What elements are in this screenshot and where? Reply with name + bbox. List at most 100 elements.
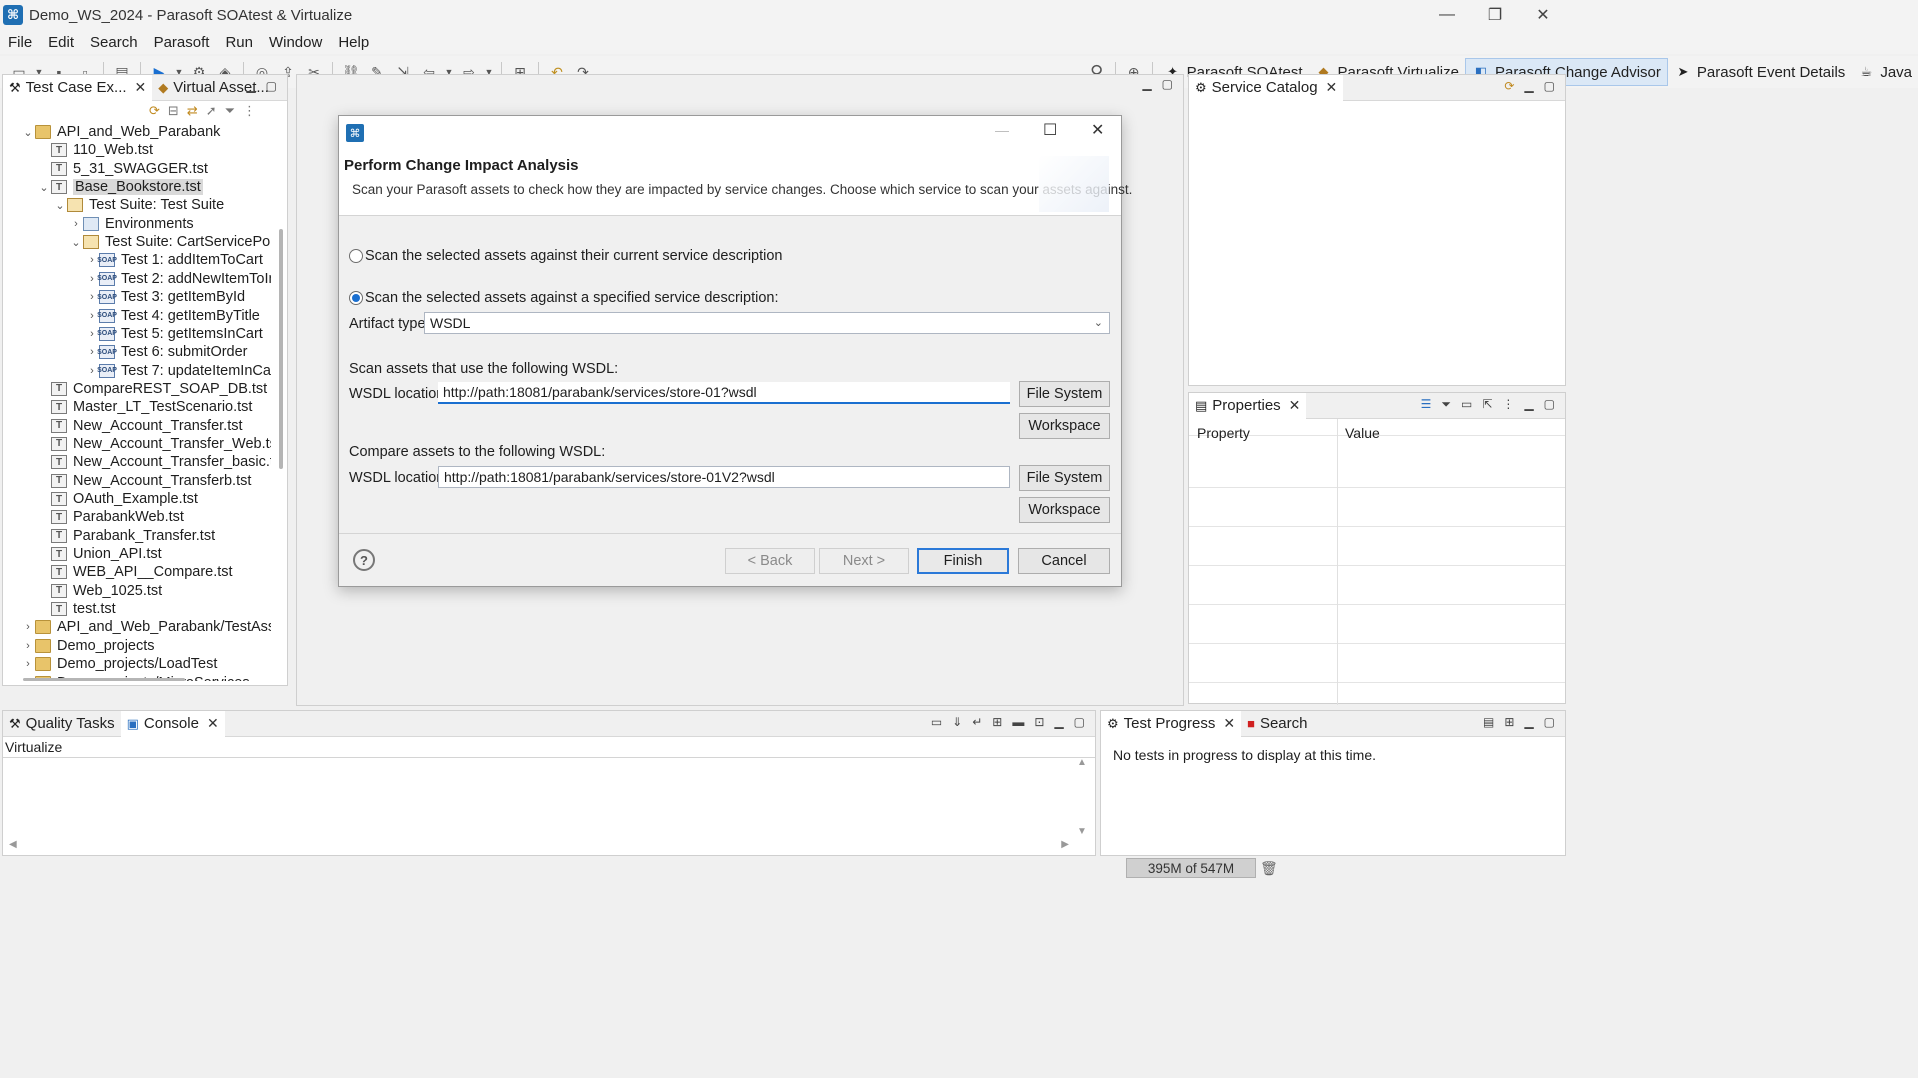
tree-item[interactable]: T CompareREST_SOAP_DB.tst <box>37 380 267 398</box>
console-vscrollbar[interactable]: ▲ ▼ <box>1075 757 1089 837</box>
maximize-icon[interactable]: ▢ <box>1544 715 1555 729</box>
tree-item[interactable]: T New_Account_Transfer.tst <box>37 417 243 435</box>
tree-item[interactable]: T New_Account_Transfer_basic.tst <box>37 453 271 471</box>
chevron-right-icon[interactable]: › <box>69 218 83 230</box>
chevron-down-icon[interactable]: ⌄ <box>69 236 83 249</box>
tree-item[interactable]: ⌄ Test Suite: CartServicePort <box>69 233 271 251</box>
menu-window[interactable]: Window <box>261 34 330 51</box>
tab-service-catalog[interactable]: ⚙ Service Catalog ✕ <box>1189 74 1344 101</box>
radio-specified-service[interactable] <box>349 291 363 305</box>
export-icon[interactable]: ⊞ <box>1504 715 1514 729</box>
tree-item[interactable]: T Union_API.tst <box>37 545 162 563</box>
tree-item[interactable]: T 110_Web.tst <box>37 141 153 159</box>
tree-item[interactable]: T Parabank_Transfer.tst <box>37 527 215 545</box>
file-system-button-2[interactable]: File System <box>1019 465 1110 491</box>
minimize-icon[interactable]: ▁ <box>1524 79 1533 93</box>
chevron-down-icon[interactable]: ⌄ <box>21 126 35 139</box>
tree-item[interactable]: Ttest.tst <box>37 600 116 618</box>
tab-search[interactable]: ■ Search <box>1241 711 1313 737</box>
close-icon[interactable]: ✕ <box>1223 715 1235 732</box>
close-icon[interactable]: ✕ <box>135 79 147 96</box>
artifact-type-select[interactable]: WSDL ⌄ <box>424 312 1110 334</box>
radio-current-service[interactable] <box>349 249 363 263</box>
open-console-icon[interactable]: ⊡ <box>1034 715 1044 729</box>
tree-item[interactable]: ⌄ T Base_Bookstore.tst <box>37 178 203 196</box>
collapse-all-icon[interactable]: ⊟ <box>168 103 179 119</box>
tab-test-case-explorer[interactable]: ⚒ Test Case Ex... ✕ <box>3 74 153 101</box>
workspace-button-2[interactable]: Workspace <box>1019 497 1110 523</box>
trash-icon[interactable]: 🗑 <box>1260 860 1278 877</box>
workspace-button-1[interactable]: Workspace <box>1019 413 1110 439</box>
tree-item[interactable]: T OAuth_Example.tst <box>37 490 198 508</box>
tree-item[interactable]: T Web_1025.tst <box>37 582 162 600</box>
tree-item[interactable]: T WEB_API__Compare.tst <box>37 563 233 581</box>
tree-item[interactable]: › Demo_projects <box>21 637 154 655</box>
tab-console[interactable]: ▣ Console ✕ <box>120 710 225 737</box>
wsdl-location-input-2[interactable]: http://path:18081/parabank/services/stor… <box>438 466 1010 488</box>
chevron-down-icon[interactable]: ⌄ <box>53 199 67 212</box>
close-icon[interactable]: ✕ <box>1289 397 1301 414</box>
console-hscrollbar[interactable]: ◀ ▶ <box>9 839 1069 851</box>
menu-help[interactable]: Help <box>330 34 377 51</box>
tree-item[interactable]: › SOAP Test 5: getItemsInCart <box>85 325 263 343</box>
tree-item[interactable]: T New_Account_Transferb.tst <box>37 472 251 490</box>
dialog-minimize-icon[interactable]: — <box>995 122 1009 138</box>
next-button[interactable]: Next > <box>819 548 909 574</box>
minimize-icon[interactable]: ▁ <box>1524 397 1533 412</box>
maximize-icon[interactable]: ▢ <box>1544 79 1555 93</box>
maximize-icon[interactable]: ▢ <box>1544 397 1555 412</box>
tree-item[interactable]: › SOAP Test 3: getItemById <box>85 288 245 306</box>
filter-icon[interactable]: ⏷ <box>1441 397 1451 412</box>
perspective-event-details[interactable]: ➤ Parasoft Event Details <box>1668 58 1851 86</box>
restore-default-icon[interactable]: ⇱ <box>1482 397 1492 412</box>
dialog-close-icon[interactable]: ✕ <box>1091 120 1104 140</box>
rocket-icon[interactable]: ➚ <box>206 103 217 119</box>
tree-item[interactable]: › Environments <box>69 215 194 233</box>
minimize-icon[interactable]: ▁ <box>1054 715 1063 729</box>
tree-item[interactable]: T ParabankWeb.tst <box>37 508 184 526</box>
chevron-right-icon[interactable]: › <box>21 621 35 633</box>
tab-quality-tasks[interactable]: ⚒ Quality Tasks <box>3 711 121 737</box>
tab-properties[interactable]: ▤ Properties ✕ <box>1189 392 1307 419</box>
menu-run[interactable]: Run <box>217 34 261 51</box>
display-console-icon[interactable]: ▬ <box>1012 715 1024 729</box>
tree-item[interactable]: T Master_LT_TestScenario.tst <box>37 398 252 416</box>
view-menu-icon[interactable]: ⋮ <box>1502 397 1514 412</box>
tree-item[interactable]: T New_Account_Transfer_Web.tst <box>37 435 271 453</box>
scroll-lock-icon[interactable]: ⇓ <box>952 715 962 729</box>
wsdl-location-input-1[interactable]: http://path:18081/parabank/services/stor… <box>438 382 1010 404</box>
word-wrap-icon[interactable]: ↵ <box>972 715 982 729</box>
view-menu-icon[interactable]: ⋮ <box>243 103 256 119</box>
tree-item[interactable]: › Demo_projects/LoadTest <box>21 655 217 673</box>
cancel-button[interactable]: Cancel <box>1018 548 1110 574</box>
clear-console-icon[interactable]: ▭ <box>931 715 942 729</box>
chevron-right-icon[interactable]: › <box>21 658 35 670</box>
clipboard-icon[interactable]: ▤ <box>1483 715 1494 729</box>
heap-status[interactable]: 395M of 547M <box>1126 858 1256 878</box>
file-system-button-1[interactable]: File System <box>1019 381 1110 407</box>
pin-console-icon[interactable]: ⊞ <box>992 715 1002 729</box>
close-icon[interactable]: ✕ <box>1326 79 1338 96</box>
menu-file[interactable]: File <box>0 34 40 51</box>
tab-test-progress[interactable]: ⚙ Test Progress ✕ <box>1101 710 1242 737</box>
finish-button[interactable]: Finish <box>917 548 1009 574</box>
maximize-icon[interactable]: ▢ <box>266 79 277 93</box>
chevron-down-icon[interactable]: ⌄ <box>37 181 51 194</box>
minimize-icon[interactable]: ▁ <box>246 79 255 93</box>
dialog-maximize-icon[interactable]: ☐ <box>1043 120 1057 140</box>
tree-item[interactable]: › SOAP Test 6: submitOrder <box>85 343 247 361</box>
categories-icon[interactable]: ☰ <box>1421 397 1432 412</box>
close-window-button[interactable]: ✕ <box>1514 0 1572 30</box>
minimize-icon[interactable]: ▁ <box>1524 715 1533 729</box>
close-icon[interactable]: ✕ <box>207 715 219 732</box>
link-editor-icon[interactable]: ⇄ <box>187 103 198 119</box>
refresh-icon[interactable]: ⟳ <box>149 103 160 119</box>
maximize-icon[interactable]: ▢ <box>1074 715 1085 729</box>
tree-item[interactable]: › SOAP Test 7: updateItemInCart <box>85 362 271 380</box>
tree-item[interactable]: T 5_31_SWAGGER.tst <box>37 160 208 178</box>
option-current-label[interactable]: Scan the selected assets against their c… <box>365 248 783 264</box>
option-specified-label[interactable]: Scan the selected assets against a speci… <box>365 290 778 306</box>
filter-icon[interactable]: ⏷ <box>225 103 235 119</box>
minimize-icon[interactable]: ▁ <box>1142 77 1151 91</box>
menu-search[interactable]: Search <box>82 34 146 51</box>
